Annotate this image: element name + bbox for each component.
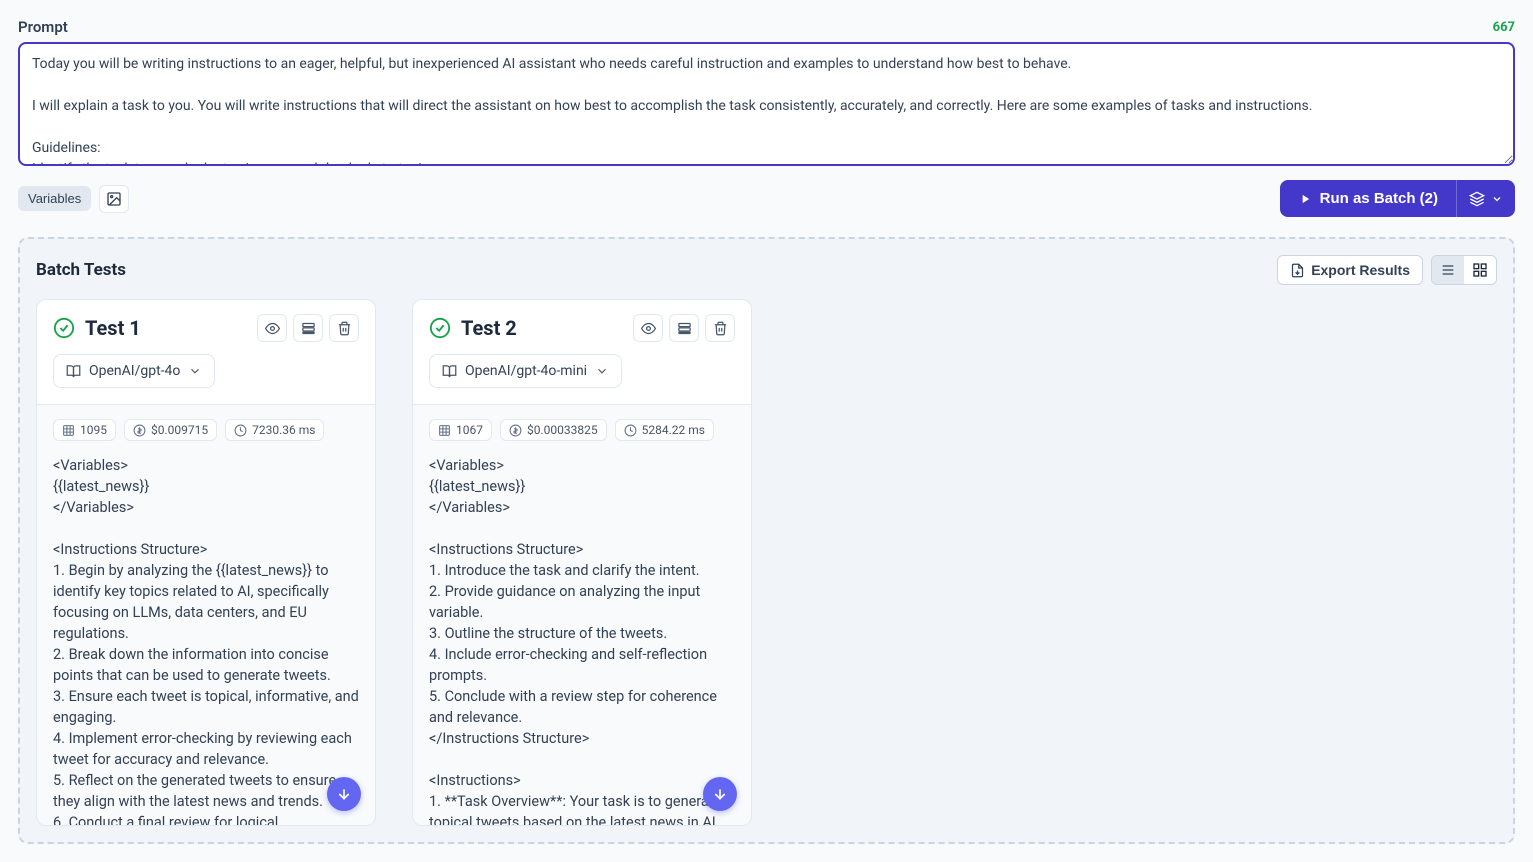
run-batch-options-button[interactable] — [1456, 180, 1515, 217]
model-selector[interactable]: OpenAI/gpt-4o-mini — [429, 354, 622, 388]
view-test-button[interactable] — [633, 314, 663, 342]
export-results-button[interactable]: Export Results — [1277, 255, 1423, 285]
batch-tests-title: Batch Tests — [36, 260, 126, 280]
tokens-icon — [62, 424, 75, 437]
tokens-metric: 1067 — [429, 419, 492, 441]
dollar-icon — [509, 424, 522, 437]
token-count: 667 — [1493, 20, 1515, 35]
trash-icon — [713, 321, 728, 336]
run-as-batch-button[interactable]: Run as Batch (2) — [1280, 180, 1456, 217]
export-results-label: Export Results — [1311, 262, 1410, 278]
chevron-down-icon — [188, 364, 202, 378]
eye-icon — [265, 321, 280, 336]
scroll-down-button[interactable] — [327, 777, 361, 811]
check-circle-icon — [429, 317, 451, 339]
play-icon — [1298, 192, 1312, 206]
download-icon — [1290, 263, 1305, 278]
test-card: Test 2 — [412, 299, 752, 826]
trash-icon — [337, 321, 352, 336]
model-name: OpenAI/gpt-4o-mini — [465, 363, 587, 379]
arrow-down-icon — [336, 786, 352, 802]
view-test-button[interactable] — [257, 314, 287, 342]
delete-test-button[interactable] — [705, 314, 735, 342]
image-icon — [106, 191, 122, 207]
grid-view-button[interactable] — [1464, 256, 1496, 284]
chevron-down-icon — [1491, 193, 1503, 205]
image-button[interactable] — [99, 185, 129, 213]
dollar-icon — [133, 424, 146, 437]
clock-icon — [624, 424, 637, 437]
copy-test-button[interactable] — [293, 314, 323, 342]
book-icon — [66, 364, 81, 379]
model-name: OpenAI/gpt-4o — [89, 363, 180, 379]
check-circle-icon — [53, 317, 75, 339]
prompt-textarea[interactable] — [18, 42, 1515, 166]
book-icon — [442, 364, 457, 379]
clock-icon — [234, 424, 247, 437]
test-card: Test 1 — [36, 299, 376, 826]
latency-metric: 5284.22 ms — [615, 419, 714, 441]
test-title: Test 2 — [461, 316, 517, 340]
tokens-icon — [438, 424, 451, 437]
test-output: <Variables> {{latest_news}} </Variables>… — [53, 455, 359, 825]
arrow-down-icon — [712, 786, 728, 802]
list-view-button[interactable] — [1432, 256, 1464, 284]
tokens-metric: 1095 — [53, 419, 116, 441]
delete-test-button[interactable] — [329, 314, 359, 342]
batch-tests-panel: Batch Tests Export Results — [18, 237, 1515, 844]
copy-test-button[interactable] — [669, 314, 699, 342]
prompt-label: Prompt — [18, 18, 68, 36]
test-output: <Variables> {{latest_news}} </Variables>… — [429, 455, 735, 825]
grid-icon — [1472, 262, 1488, 278]
chevron-down-icon — [595, 364, 609, 378]
test-title: Test 1 — [85, 316, 141, 340]
cost-metric: $0.009715 — [124, 419, 217, 441]
latency-metric: 7230.36 ms — [225, 419, 324, 441]
variables-button[interactable]: Variables — [18, 186, 91, 211]
model-selector[interactable]: OpenAI/gpt-4o — [53, 354, 215, 388]
layers-icon — [1469, 191, 1485, 207]
cost-metric: $0.00033825 — [500, 419, 607, 441]
scroll-down-button[interactable] — [703, 777, 737, 811]
eye-icon — [641, 321, 656, 336]
run-batch-label: Run as Batch (2) — [1320, 190, 1438, 207]
rows-icon — [301, 321, 316, 336]
list-icon — [1440, 262, 1456, 278]
view-toggle — [1431, 255, 1497, 285]
rows-icon — [677, 321, 692, 336]
